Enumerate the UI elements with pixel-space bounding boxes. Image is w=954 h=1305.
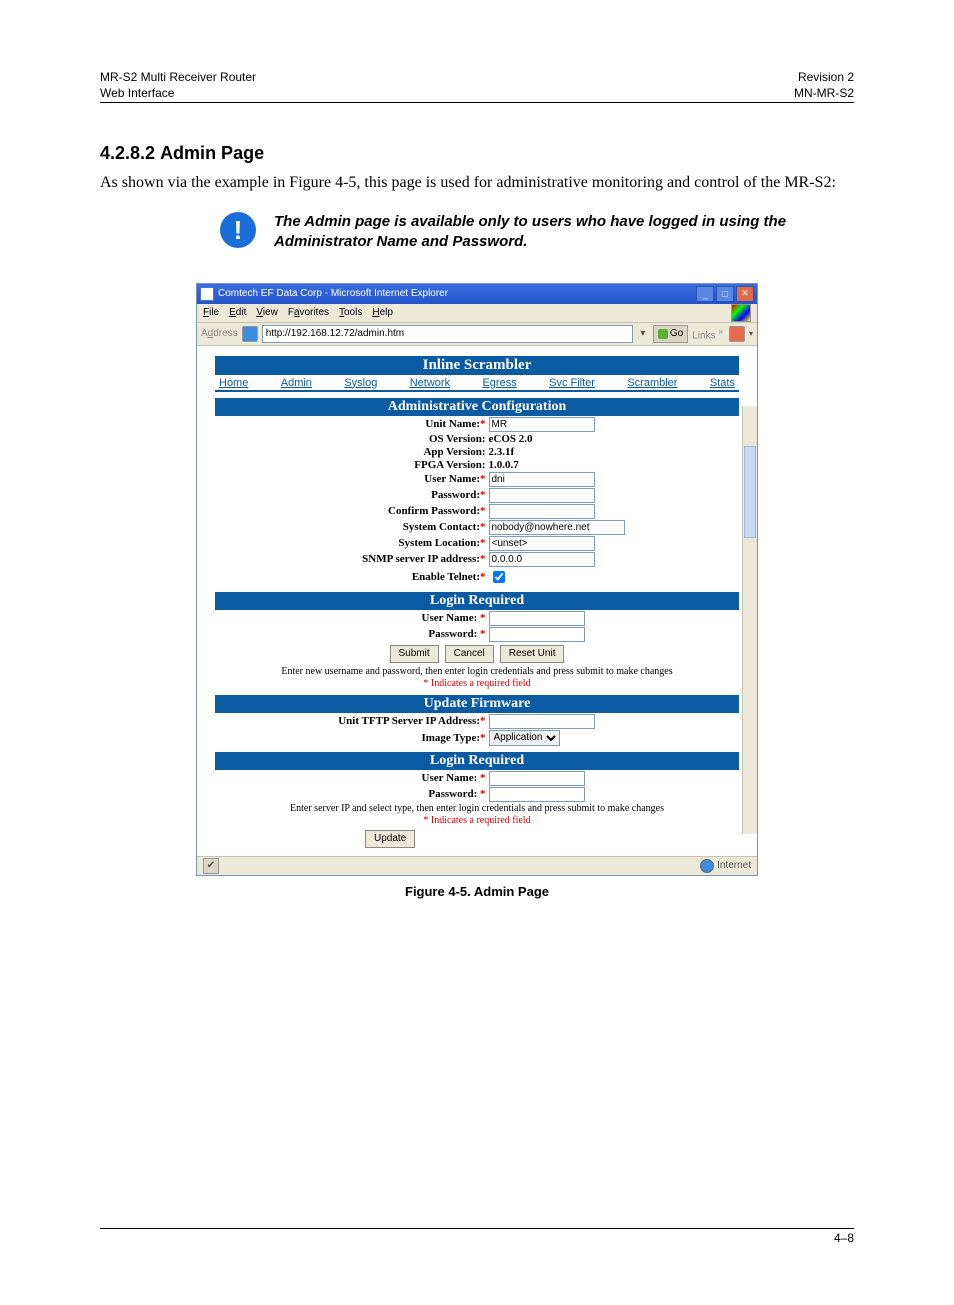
- footer-page: 4–8: [834, 1231, 854, 1245]
- intro-paragraph: As shown via the example in Figure 4-5, …: [100, 174, 854, 192]
- important-icon: [220, 212, 256, 248]
- cancel-button[interactable]: Cancel: [445, 645, 494, 663]
- nav-home[interactable]: Home: [219, 377, 248, 389]
- password-input[interactable]: [489, 488, 595, 503]
- status-done-icon: ✔: [203, 858, 219, 874]
- menu-favorites[interactable]: Favorites: [288, 307, 329, 318]
- required-note-1: * Indicates a required field: [215, 678, 739, 689]
- submit-button[interactable]: Submit: [390, 645, 439, 663]
- image-type-select[interactable]: Application: [489, 730, 560, 746]
- go-arrow-icon: [658, 329, 668, 339]
- app-title-banner: Inline Scrambler: [215, 356, 739, 375]
- figure-caption: Figure 4-5. Admin Page: [100, 884, 854, 899]
- login-password-input[interactable]: [489, 627, 585, 642]
- os-version: eCOS 2.0: [489, 433, 644, 445]
- status-zone: Internet: [717, 860, 751, 871]
- zone-globe-icon: [700, 859, 714, 873]
- address-label: Address: [201, 328, 238, 339]
- section-heading: 4.2.8.2 Admin Page: [100, 143, 854, 164]
- toolbar-extension-icon[interactable]: [729, 326, 745, 342]
- app-version: 2.3.1f: [489, 446, 644, 458]
- login-required-header-1: Login Required: [215, 592, 739, 610]
- header-section: Web Interface: [100, 86, 174, 100]
- login-required-header-2: Login Required: [215, 752, 739, 770]
- address-input[interactable]: http://192.168.12.72/admin.htm: [266, 328, 404, 339]
- page-icon: [242, 326, 258, 342]
- update-button[interactable]: Update: [365, 830, 415, 848]
- fw-login-password-input[interactable]: [489, 787, 585, 802]
- admin-config-header: Administrative Configuration: [215, 398, 739, 416]
- menu-edit[interactable]: Edit: [229, 307, 246, 318]
- fw-login-username-input[interactable]: [489, 771, 585, 786]
- enable-telnet-checkbox[interactable]: [493, 571, 505, 583]
- chevron-down-icon[interactable]: ▾: [749, 329, 753, 338]
- go-button[interactable]: Go: [653, 325, 688, 343]
- callout-text: The Admin page is available only to user…: [274, 212, 854, 253]
- unit-name-input[interactable]: [489, 417, 595, 432]
- nav-svcfilter[interactable]: Svc Filter: [549, 377, 595, 389]
- update-firmware-header: Update Firmware: [215, 695, 739, 713]
- maximize-button[interactable]: □: [716, 286, 734, 302]
- minimize-button[interactable]: _: [696, 286, 714, 302]
- required-note-2: * Indicates a required field: [215, 815, 739, 826]
- confirm-password-input[interactable]: [489, 504, 595, 519]
- login-username-input[interactable]: [489, 611, 585, 626]
- close-button[interactable]: ✕: [736, 286, 754, 302]
- nav-network[interactable]: Network: [410, 377, 450, 389]
- nav-stats[interactable]: Stats: [710, 377, 735, 389]
- menu-file[interactable]: File: [203, 307, 219, 318]
- submit-note: Enter new username and password, then en…: [215, 666, 739, 677]
- system-location-input[interactable]: [489, 536, 595, 551]
- snmp-ip-input[interactable]: [489, 552, 595, 567]
- ie-throbber-icon: [731, 304, 751, 322]
- nav-egress[interactable]: Egress: [482, 377, 516, 389]
- ie-page-icon: [200, 287, 214, 301]
- fw-note: Enter server IP and select type, then en…: [215, 803, 739, 814]
- nav-admin[interactable]: Admin: [281, 377, 312, 389]
- menu-help[interactable]: Help: [372, 307, 393, 318]
- menu-view[interactable]: View: [256, 307, 278, 318]
- username-input[interactable]: [489, 472, 595, 487]
- menu-tools[interactable]: Tools: [339, 307, 362, 318]
- header-rev: Revision 2: [798, 70, 854, 84]
- system-contact-input[interactable]: [489, 520, 625, 535]
- browser-window: Comtech EF Data Corp - Microsoft Interne…: [196, 283, 758, 876]
- vertical-scrollbar[interactable]: [742, 406, 757, 834]
- nav-syslog[interactable]: Syslog: [344, 377, 377, 389]
- reset-unit-button[interactable]: Reset Unit: [500, 645, 565, 663]
- nav-scrambler[interactable]: Scrambler: [627, 377, 677, 389]
- address-dropdown-icon[interactable]: ▾: [637, 328, 649, 339]
- tftp-ip-input[interactable]: [489, 714, 595, 729]
- header-doc: MR-S2 Multi Receiver Router: [100, 70, 256, 84]
- links-button[interactable]: Links »: [692, 326, 723, 341]
- window-title: Comtech EF Data Corp - Microsoft Interne…: [218, 288, 448, 299]
- header-docnum: MN-MR-S2: [794, 86, 854, 100]
- fpga-version: 1.0.0.7: [489, 459, 644, 471]
